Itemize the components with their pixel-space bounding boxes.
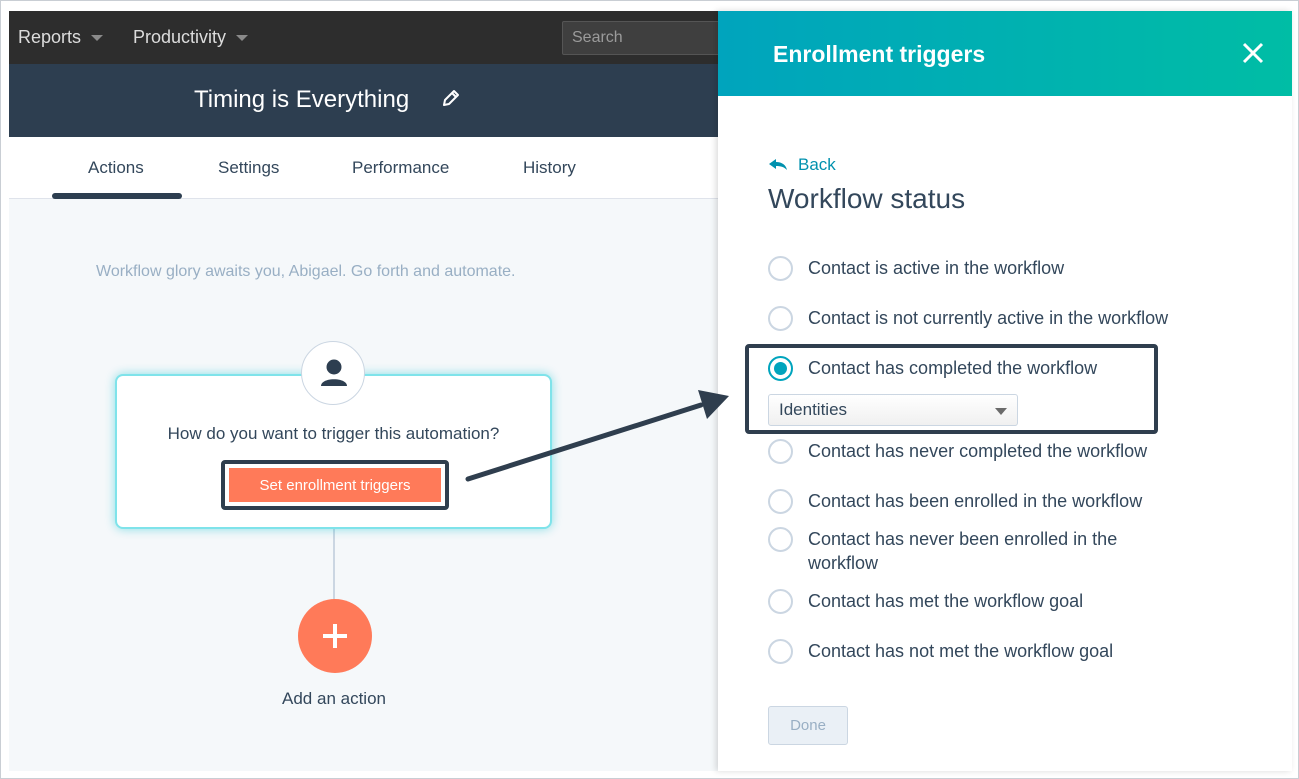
back-label: Back: [798, 155, 836, 174]
status-option-not-met-goal[interactable]: Contact has not met the workflow goal: [768, 639, 1238, 664]
caret-down-icon: [236, 34, 249, 41]
active-tab-indicator: [52, 193, 182, 199]
close-icon[interactable]: [1239, 39, 1267, 67]
tab-performance[interactable]: Performance: [352, 158, 449, 178]
top-navigation: Reports Productivity Search: [9, 11, 719, 64]
radio-button[interactable]: [768, 589, 793, 614]
add-action-button[interactable]: [298, 599, 372, 673]
greeting-text: Workflow glory awaits you, Abigael. Go f…: [96, 263, 516, 280]
callout-highlight: [745, 344, 1158, 434]
search-input[interactable]: Search: [562, 21, 719, 55]
status-option-met-goal[interactable]: Contact has met the workflow goal: [768, 589, 1238, 614]
workflow-title: Timing is Everything: [194, 86, 410, 113]
option-label: Contact has never been enrolled in the w…: [808, 529, 1118, 573]
option-label: Contact has met the workflow goal: [808, 591, 1084, 611]
enrollment-triggers-panel: Enrollment triggers Back Workflow status…: [718, 11, 1292, 771]
nav-reports[interactable]: Reports: [18, 27, 104, 48]
trigger-question: How do you want to trigger this automati…: [167, 424, 500, 443]
workflow-status-heading: Workflow status: [768, 183, 966, 214]
status-option-never-enrolled[interactable]: Contact has never been enrolled in the w…: [768, 527, 1188, 575]
option-label: Contact has not met the workflow goal: [808, 641, 1114, 661]
option-label: Contact is not currently active in the w…: [808, 308, 1169, 328]
caret-down-icon: [91, 34, 104, 41]
tab-settings[interactable]: Settings: [218, 158, 279, 178]
nav-productivity[interactable]: Productivity: [133, 27, 249, 48]
option-label: Contact has never completed the workflow: [808, 441, 1148, 461]
radio-button[interactable]: [768, 527, 793, 552]
back-arrow-icon: [769, 159, 787, 170]
plus-icon: [323, 624, 347, 648]
radio-button[interactable]: [768, 439, 793, 464]
status-option-never-completed[interactable]: Contact has never completed the workflow: [768, 439, 1238, 464]
callout-highlight: Set enrollment triggers: [221, 460, 449, 510]
option-label: Contact is active in the workflow: [808, 258, 1065, 278]
radio-button[interactable]: [768, 489, 793, 514]
panel-header: Enrollment triggers: [718, 11, 1292, 96]
nav-productivity-label: Productivity: [133, 27, 227, 47]
radio-button[interactable]: [768, 256, 793, 281]
pencil-icon[interactable]: [441, 88, 461, 108]
back-link[interactable]: Back: [768, 155, 836, 175]
nav-reports-label: Reports: [18, 27, 82, 47]
tab-history[interactable]: History: [523, 158, 576, 178]
status-option-active[interactable]: Contact is active in the workflow: [768, 256, 1238, 281]
set-enrollment-triggers-button[interactable]: Set enrollment triggers: [229, 468, 441, 502]
workflow-tabs: Actions Settings Performance History: [9, 137, 719, 199]
workflow-title-bar: Timing is Everything: [9, 64, 719, 137]
avatar: [301, 341, 365, 405]
status-option-enrolled[interactable]: Contact has been enrolled in the workflo…: [768, 489, 1238, 514]
option-label: Contact has been enrolled in the workflo…: [808, 491, 1143, 511]
done-button[interactable]: Done: [768, 706, 848, 745]
status-option-not-active[interactable]: Contact is not currently active in the w…: [768, 306, 1238, 331]
workflow-editor: Reports Productivity Search Timing is Ev…: [9, 11, 719, 771]
panel-title: Enrollment triggers: [773, 41, 986, 67]
add-action-label: Add an action: [282, 689, 386, 708]
contact-icon: [321, 359, 347, 386]
radio-button[interactable]: [768, 306, 793, 331]
radio-button[interactable]: [768, 639, 793, 664]
tab-actions[interactable]: Actions: [88, 158, 144, 178]
screenshot-frame: Reports Productivity Search Timing is Ev…: [0, 0, 1299, 779]
